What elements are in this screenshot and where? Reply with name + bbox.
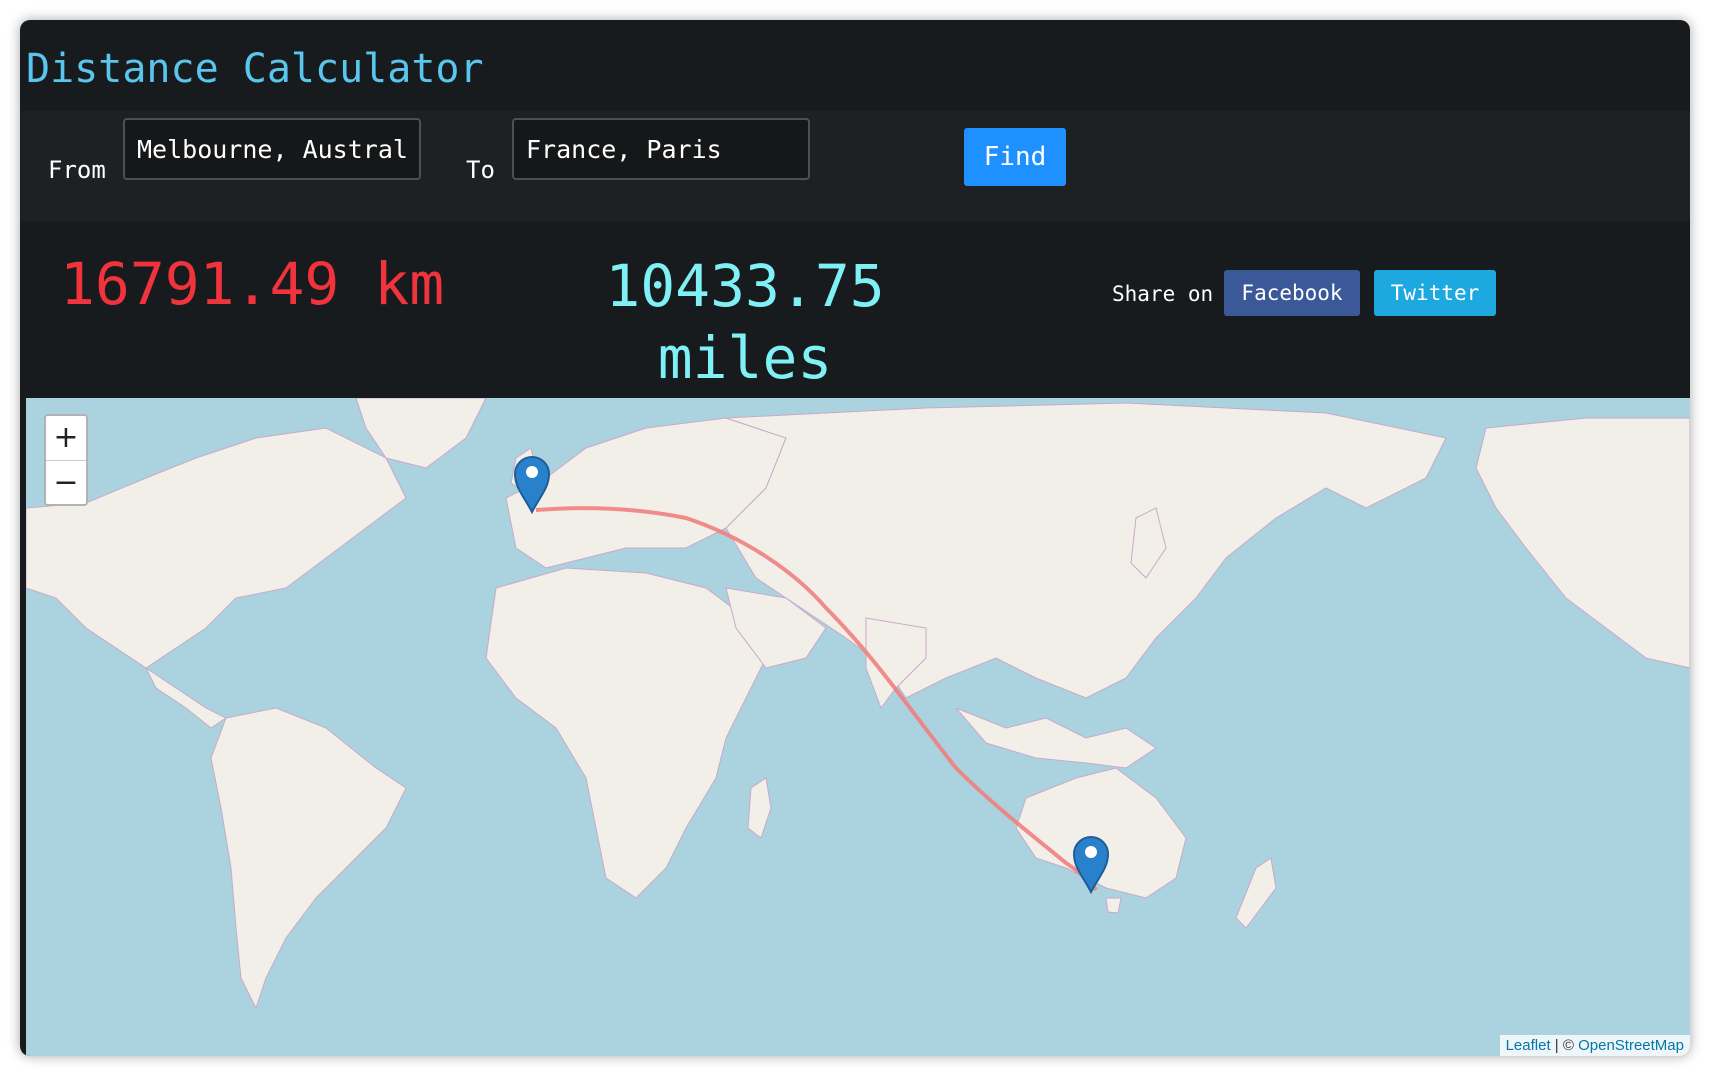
to-input[interactable] bbox=[512, 118, 810, 180]
madagascar-land bbox=[747, 777, 772, 839]
map-tiles bbox=[26, 398, 1690, 1010]
page-title: Distance Calculator bbox=[26, 46, 484, 92]
alaska-land bbox=[1475, 417, 1690, 669]
to-label: To bbox=[466, 156, 495, 184]
distance-miles: 10433.75 miles bbox=[605, 252, 885, 392]
from-label: From bbox=[48, 156, 106, 184]
paris-marker-icon[interactable] bbox=[513, 454, 551, 514]
find-button[interactable]: Find bbox=[964, 128, 1066, 186]
leaflet-link[interactable]: Leaflet bbox=[1506, 1037, 1551, 1054]
distance-km: 16791.49 km bbox=[60, 250, 445, 318]
zoom-control: + − bbox=[44, 414, 88, 506]
indonesia-land bbox=[955, 707, 1157, 769]
from-input[interactable] bbox=[123, 118, 421, 180]
tasmania-land bbox=[1105, 897, 1122, 914]
melbourne-marker-icon[interactable] bbox=[1072, 834, 1110, 894]
app-window: Distance Calculator From To Find 16791.4… bbox=[20, 20, 1690, 1056]
openstreetmap-link[interactable]: OpenStreetMap bbox=[1578, 1037, 1684, 1054]
asia-land bbox=[725, 402, 1447, 699]
map-attribution: Leaflet | © OpenStreetMap bbox=[1499, 1035, 1690, 1056]
attribution-separator: | © bbox=[1550, 1037, 1579, 1054]
africa-land bbox=[485, 567, 767, 899]
south-america-land bbox=[210, 707, 407, 1010]
facebook-share-button[interactable]: Facebook bbox=[1224, 270, 1360, 316]
twitter-share-button[interactable]: Twitter bbox=[1374, 270, 1496, 316]
new-zealand-land bbox=[1235, 857, 1277, 929]
world-map[interactable]: + − Leaflet | © OpenStreetMap bbox=[26, 398, 1690, 1056]
zoom-in-button[interactable]: + bbox=[46, 416, 86, 461]
share-label: Share on bbox=[1112, 282, 1214, 306]
zoom-out-button[interactable]: − bbox=[46, 461, 86, 504]
central-america-land bbox=[144, 666, 227, 729]
